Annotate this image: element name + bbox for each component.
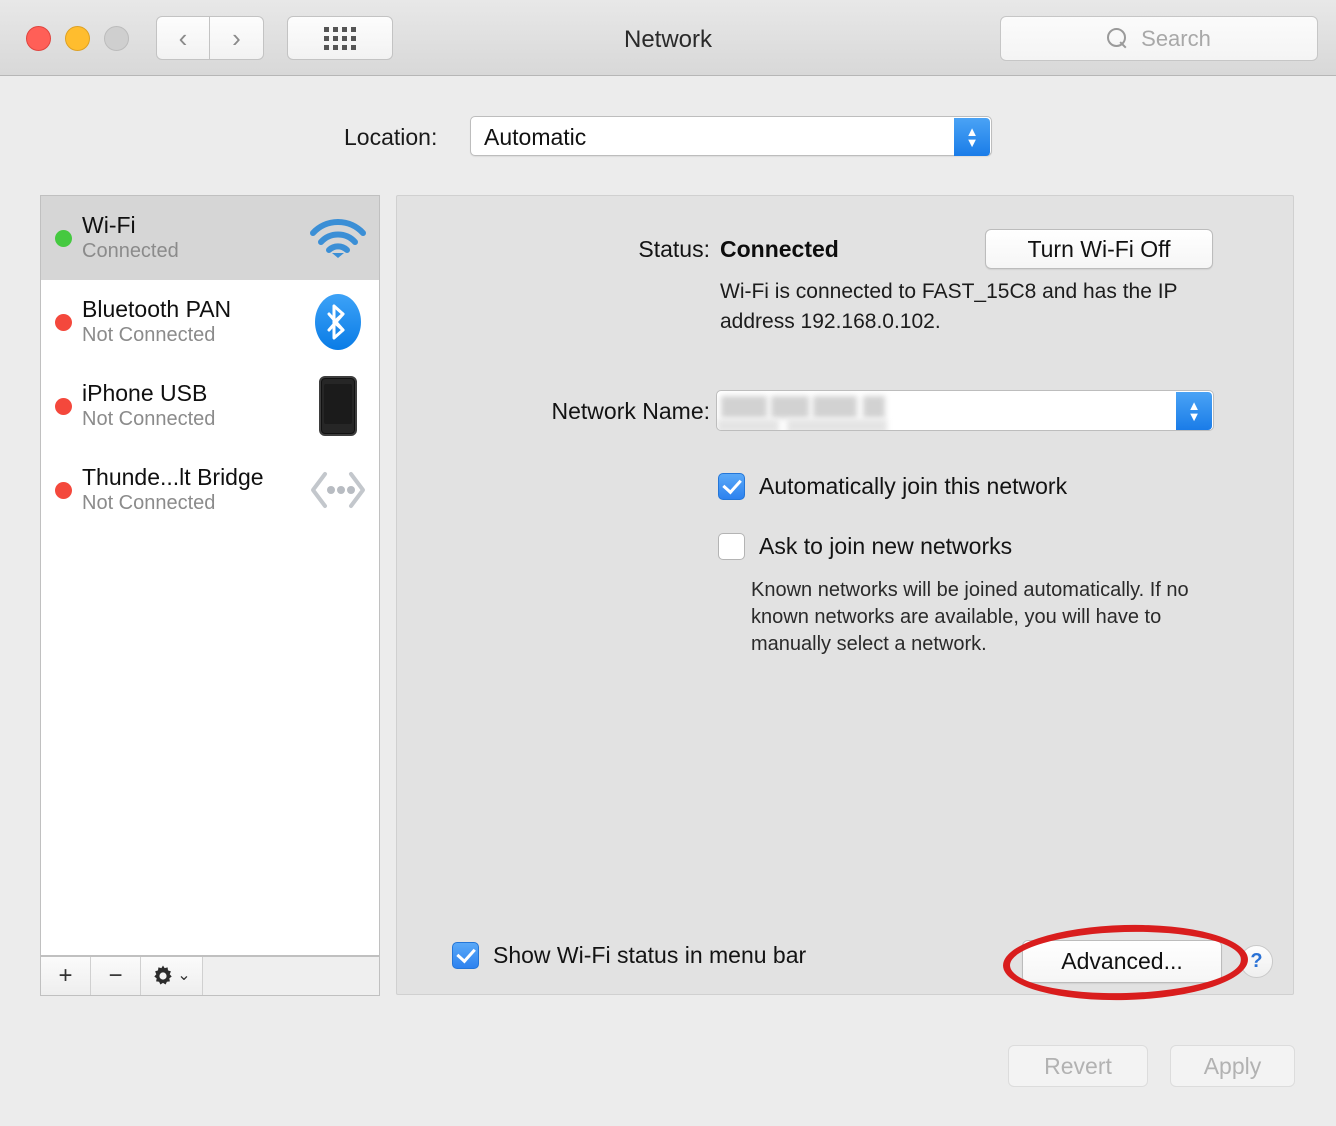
redacted-block [771, 396, 809, 418]
network-services-toolbar: + − ⌄ [40, 956, 380, 996]
auto-join-checkbox-row[interactable]: Automatically join this network [718, 473, 1067, 500]
redacted-block [863, 396, 885, 418]
gear-icon [154, 965, 172, 985]
minus-icon: − [108, 962, 123, 989]
service-status: Not Connected [82, 408, 216, 430]
auto-join-checkbox[interactable] [718, 473, 745, 500]
network-name-stepper-icon[interactable]: ▲ ▼ [1176, 392, 1212, 430]
chevron-down-icon: ⌄ [177, 967, 191, 984]
ask-join-description: Known networks will be joined automatica… [751, 579, 1189, 655]
window-titlebar: ‹ › Network Search [0, 0, 1336, 76]
service-name: Thunde...lt Bridge [82, 464, 264, 490]
ask-join-checkbox-row[interactable]: Ask to join new networks [718, 533, 1012, 560]
location-dropdown[interactable]: Automatic ▲ ▼ [470, 116, 992, 156]
status-value: Connected [720, 236, 839, 262]
status-dot [55, 229, 72, 247]
menu-bar-checkbox-row[interactable]: Show Wi-Fi status in menu bar [452, 942, 806, 969]
location-value: Automatic [484, 124, 587, 150]
ask-join-checkbox[interactable] [718, 533, 745, 560]
plus-icon: + [58, 962, 73, 989]
search-placeholder: Search [1141, 25, 1211, 51]
service-status: Not Connected [82, 492, 216, 514]
redacted-block [787, 419, 887, 430]
location-label: Location: [344, 124, 438, 150]
status-dot [55, 397, 72, 415]
location-row: Location: Automatic ▲ ▼ [0, 116, 1336, 158]
sidebar-item-iphone-usb[interactable]: iPhone USB Not Connected [41, 364, 379, 448]
sidebar-item-bluetooth-pan[interactable]: Bluetooth PAN Not Connected [41, 280, 379, 364]
search-input[interactable]: Search [1000, 16, 1318, 61]
service-status: Not Connected [82, 324, 216, 346]
ask-join-label: Ask to join new networks [759, 533, 1013, 559]
network-name-dropdown[interactable]: ▲ ▼ [716, 390, 1214, 431]
service-name: Wi-Fi [82, 212, 136, 238]
redacted-block [813, 396, 857, 418]
redacted-block [717, 419, 779, 430]
toolbar-filler [203, 957, 379, 995]
remove-service-button[interactable]: − [91, 957, 141, 995]
add-service-button[interactable]: + [41, 957, 91, 995]
network-name-label: Network Name: [551, 398, 710, 424]
redacted-block [721, 396, 767, 418]
apply-button[interactable]: Apply [1170, 1045, 1295, 1087]
service-name: iPhone USB [82, 380, 208, 406]
menu-bar-label: Show Wi-Fi status in menu bar [493, 942, 807, 968]
location-stepper-icon[interactable]: ▲ ▼ [954, 118, 990, 156]
search-icon [1107, 27, 1129, 50]
revert-button[interactable]: Revert [1008, 1045, 1148, 1087]
advanced-button[interactable]: Advanced... [1022, 940, 1222, 983]
service-name: Bluetooth PAN [82, 296, 232, 322]
status-label: Status: [638, 236, 710, 262]
bluetooth-icon [315, 294, 361, 350]
status-description: Wi-Fi is connected to FAST_15C8 and has … [720, 280, 1178, 333]
chevron-down-icon: ▼ [1187, 409, 1201, 424]
thunderbolt-bridge-icon [311, 472, 365, 508]
help-button[interactable]: ? [1240, 945, 1273, 978]
network-services-list[interactable]: Wi-Fi Connected Bluetooth PAN Not Connec… [40, 195, 380, 956]
status-dot [55, 481, 72, 499]
auto-join-label: Automatically join this network [759, 473, 1068, 499]
iphone-icon [319, 376, 357, 436]
status-dot [55, 313, 72, 331]
sidebar-item-wifi[interactable]: Wi-Fi Connected [41, 196, 379, 280]
network-preferences-window: ‹ › Network Search Location: Automatic ▲ [0, 0, 1336, 1126]
chevron-down-icon: ▼ [965, 135, 979, 150]
service-actions-button[interactable]: ⌄ [141, 957, 203, 995]
service-status: Connected [82, 240, 179, 262]
sidebar-item-thunderbolt-bridge[interactable]: Thunde...lt Bridge Not Connected [41, 448, 379, 532]
menu-bar-checkbox[interactable] [452, 942, 479, 969]
wifi-icon [310, 219, 366, 258]
turn-wifi-off-button[interactable]: Turn Wi-Fi Off [985, 229, 1213, 269]
